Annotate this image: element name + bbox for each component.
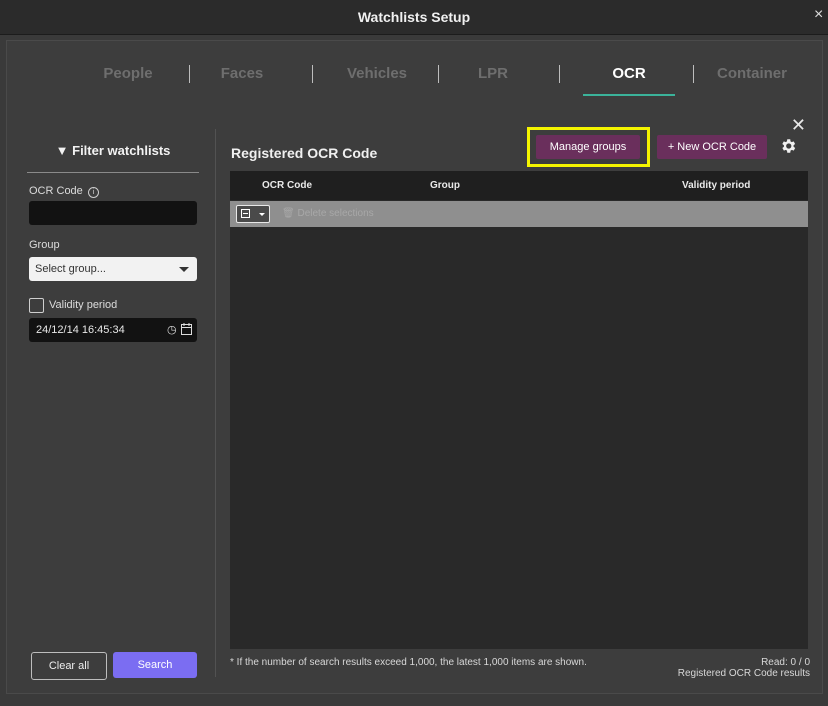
delete-selections-label: Delete selections: [297, 208, 374, 219]
search-button[interactable]: Search: [113, 652, 197, 678]
tab-divider: [559, 65, 560, 83]
read-count: Read: 0 / 0: [761, 657, 810, 668]
gear-icon[interactable]: [779, 137, 797, 155]
new-ocr-code-button[interactable]: + New OCR Code: [657, 135, 767, 159]
tab-divider: [312, 65, 313, 83]
table-toolbar: 🗑 Delete selections: [230, 201, 808, 227]
tab-container[interactable]: Container: [712, 65, 792, 93]
tab-divider: [438, 65, 439, 83]
filter-divider: [27, 172, 199, 173]
close-icon[interactable]: ✕: [791, 115, 806, 136]
clock-icon[interactable]: ◷: [167, 323, 177, 336]
calendar-icon[interactable]: [181, 323, 192, 338]
tab-divider: [693, 65, 694, 83]
chevron-down-icon: [179, 267, 189, 272]
filter-heading: ▼ Filter watchlists: [27, 143, 199, 173]
filter-heading-label: Filter watchlists: [72, 143, 171, 158]
column-header-ocr-code[interactable]: OCR Code: [262, 180, 312, 191]
info-icon: i: [87, 187, 99, 198]
tab-divider: [189, 65, 190, 83]
filter-panel: ▼ Filter watchlists OCR Code i Group Sel…: [27, 131, 199, 656]
page-title: Registered OCR Code: [231, 145, 378, 161]
table-header: OCR Code Group Validity period: [230, 171, 808, 200]
ocr-code-input[interactable]: [29, 201, 197, 225]
tab-vehicles[interactable]: Vehicles: [343, 65, 411, 93]
title-bar: Watchlists Setup ×: [0, 0, 828, 35]
results-summary: Read: 0 / 0 Registered OCR Code results: [678, 657, 810, 679]
filter-icon: ▼: [55, 143, 69, 158]
watchlists-frame: People Faces Vehicles LPR OCR Container …: [6, 40, 823, 694]
tab-ocr[interactable]: OCR: [583, 65, 675, 96]
column-header-validity-period[interactable]: Validity period: [682, 180, 750, 191]
delete-selections-button[interactable]: 🗑 Delete selections: [282, 208, 374, 219]
group-label: Group: [29, 239, 60, 251]
manage-groups-button[interactable]: Manage groups: [536, 135, 640, 159]
panel-divider: [215, 129, 216, 677]
results-label: Registered OCR Code results: [677, 668, 810, 679]
tab-lpr[interactable]: LPR: [471, 65, 515, 93]
group-select-value: Select group...: [35, 263, 106, 275]
group-select[interactable]: Select group...: [29, 257, 197, 281]
ocr-code-label-row: OCR Code i: [29, 185, 99, 198]
validity-date-value: 24/12/14 16:45:34: [36, 324, 125, 336]
tab-people[interactable]: People: [103, 65, 153, 93]
tab-faces[interactable]: Faces: [218, 65, 266, 93]
validity-date-input[interactable]: 24/12/14 16:45:34 ◷: [29, 318, 197, 342]
trash-icon: 🗑: [282, 208, 295, 219]
window-title: Watchlists Setup: [357, 9, 471, 25]
column-header-group[interactable]: Group: [430, 180, 460, 191]
validity-period-checkbox[interactable]: [29, 298, 44, 313]
ocr-code-table: OCR Code Group Validity period 🗑 Delete …: [230, 171, 808, 649]
ocr-code-label: OCR Code: [29, 185, 83, 197]
clear-all-button[interactable]: Clear all: [31, 652, 107, 680]
tab-bar: People Faces Vehicles LPR OCR Container: [7, 41, 822, 113]
window-close-button[interactable]: ×: [814, 6, 828, 26]
select-all-dropdown[interactable]: [236, 205, 270, 223]
results-limit-note: * If the number of search results exceed…: [230, 657, 587, 668]
checkbox-icon: [241, 209, 250, 218]
chevron-down-icon: [259, 213, 265, 216]
validity-period-label: Validity period: [49, 299, 118, 311]
